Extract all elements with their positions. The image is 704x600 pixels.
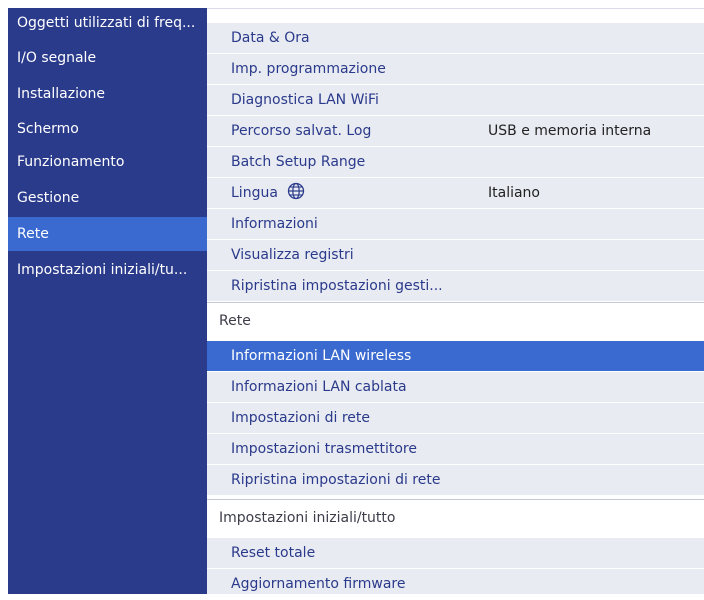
menu-item-label: Ripristina impostazioni gesti... <box>231 278 443 294</box>
menu-item-imp-programmazione[interactable]: Imp. programmazione <box>207 54 704 85</box>
menu-item-label: Impostazioni trasmettitore <box>231 441 417 457</box>
menu-item-informazioni-lan-cablata[interactable]: Informazioni LAN cablata <box>207 372 704 403</box>
sidebar-item-rete[interactable]: Rete <box>8 217 207 251</box>
menu-item-informazioni-lan-wireless[interactable]: Informazioni LAN wireless <box>207 341 704 372</box>
menu-item-ripristina-impostazioni-gestione[interactable]: Ripristina impostazioni gesti... <box>207 271 704 302</box>
sidebar-item-oggetti-utilizzati[interactable]: Oggetti utilizzati di freq... <box>8 8 207 39</box>
menu-item-label: Aggiornamento firmware <box>231 576 406 592</box>
sidebar-item-installazione[interactable]: Installazione <box>8 79 207 110</box>
menu-item-label: Batch Setup Range <box>231 154 366 170</box>
sidebar-item-funzionamento[interactable]: Funzionamento <box>8 147 207 178</box>
sidebar-item-impostazioni-iniziali[interactable]: Impostazioni iniziali/tu... <box>8 255 207 286</box>
menu-item-informazioni[interactable]: Informazioni <box>207 209 704 240</box>
menu-item-impostazioni-trasmettitore[interactable]: Impostazioni trasmettitore <box>207 434 704 465</box>
menu-item-label: Reset totale <box>231 545 316 561</box>
menu-item-data-ora[interactable]: Data & Ora <box>207 23 704 54</box>
menu-item-ripristina-impostazioni-di-rete[interactable]: Ripristina impostazioni di rete <box>207 465 704 496</box>
menu-item-label: Informazioni LAN wireless <box>231 348 412 364</box>
projector-menu: Oggetti utilizzati di freq... I/O segnal… <box>8 8 704 595</box>
menu-item-label: Diagnostica LAN WiFi <box>231 92 379 108</box>
menu-item-batch-setup-range[interactable]: Batch Setup Range <box>207 147 704 178</box>
menu-item-label: Lingua <box>231 185 278 201</box>
sidebar-item-gestione[interactable]: Gestione <box>8 183 207 214</box>
menu-item-label: Impostazioni di rete <box>231 410 370 426</box>
menu-item-reset-totale[interactable]: Reset totale <box>207 538 704 569</box>
menu-item-aggiornamento-firmware[interactable]: Aggiornamento firmware <box>207 569 704 595</box>
section-heading-rete: Rete <box>207 302 704 338</box>
sidebar: Oggetti utilizzati di freq... I/O segnal… <box>8 8 207 594</box>
menu-item-label: Imp. programmazione <box>231 61 386 77</box>
menu-item-label: Ripristina impostazioni di rete <box>231 472 441 488</box>
menu-item-lingua[interactable]: Lingua Italiano <box>207 178 704 209</box>
menu-item-visualizza-registri[interactable]: Visualizza registri <box>207 240 704 271</box>
main-panel: Data & Ora Imp. programmazione Diagnosti… <box>207 8 704 595</box>
menu-item-impostazioni-di-rete[interactable]: Impostazioni di rete <box>207 403 704 434</box>
menu-item-percorso-salvat-log[interactable]: Percorso salvat. Log USB e memoria inter… <box>207 116 704 147</box>
lingua-value: Italiano <box>488 185 540 201</box>
sidebar-item-io-segnale[interactable]: I/O segnale <box>8 43 207 74</box>
menu-item-label: Percorso salvat. Log <box>231 123 372 139</box>
menu-item-label: Informazioni LAN cablata <box>231 379 407 395</box>
menu-item-label: Informazioni <box>231 216 318 232</box>
menu-item-label: Visualizza registri <box>231 247 354 263</box>
section-heading-impostazioni-iniziali: Impostazioni iniziali/tutto <box>207 499 704 535</box>
percorso-log-value: USB e memoria interna <box>488 123 652 139</box>
menu-item-label: Data & Ora <box>231 30 310 46</box>
menu-item-diagnostica-lan-wifi[interactable]: Diagnostica LAN WiFi <box>207 85 704 116</box>
sidebar-item-schermo[interactable]: Schermo <box>8 114 207 145</box>
globe-icon <box>287 181 305 212</box>
